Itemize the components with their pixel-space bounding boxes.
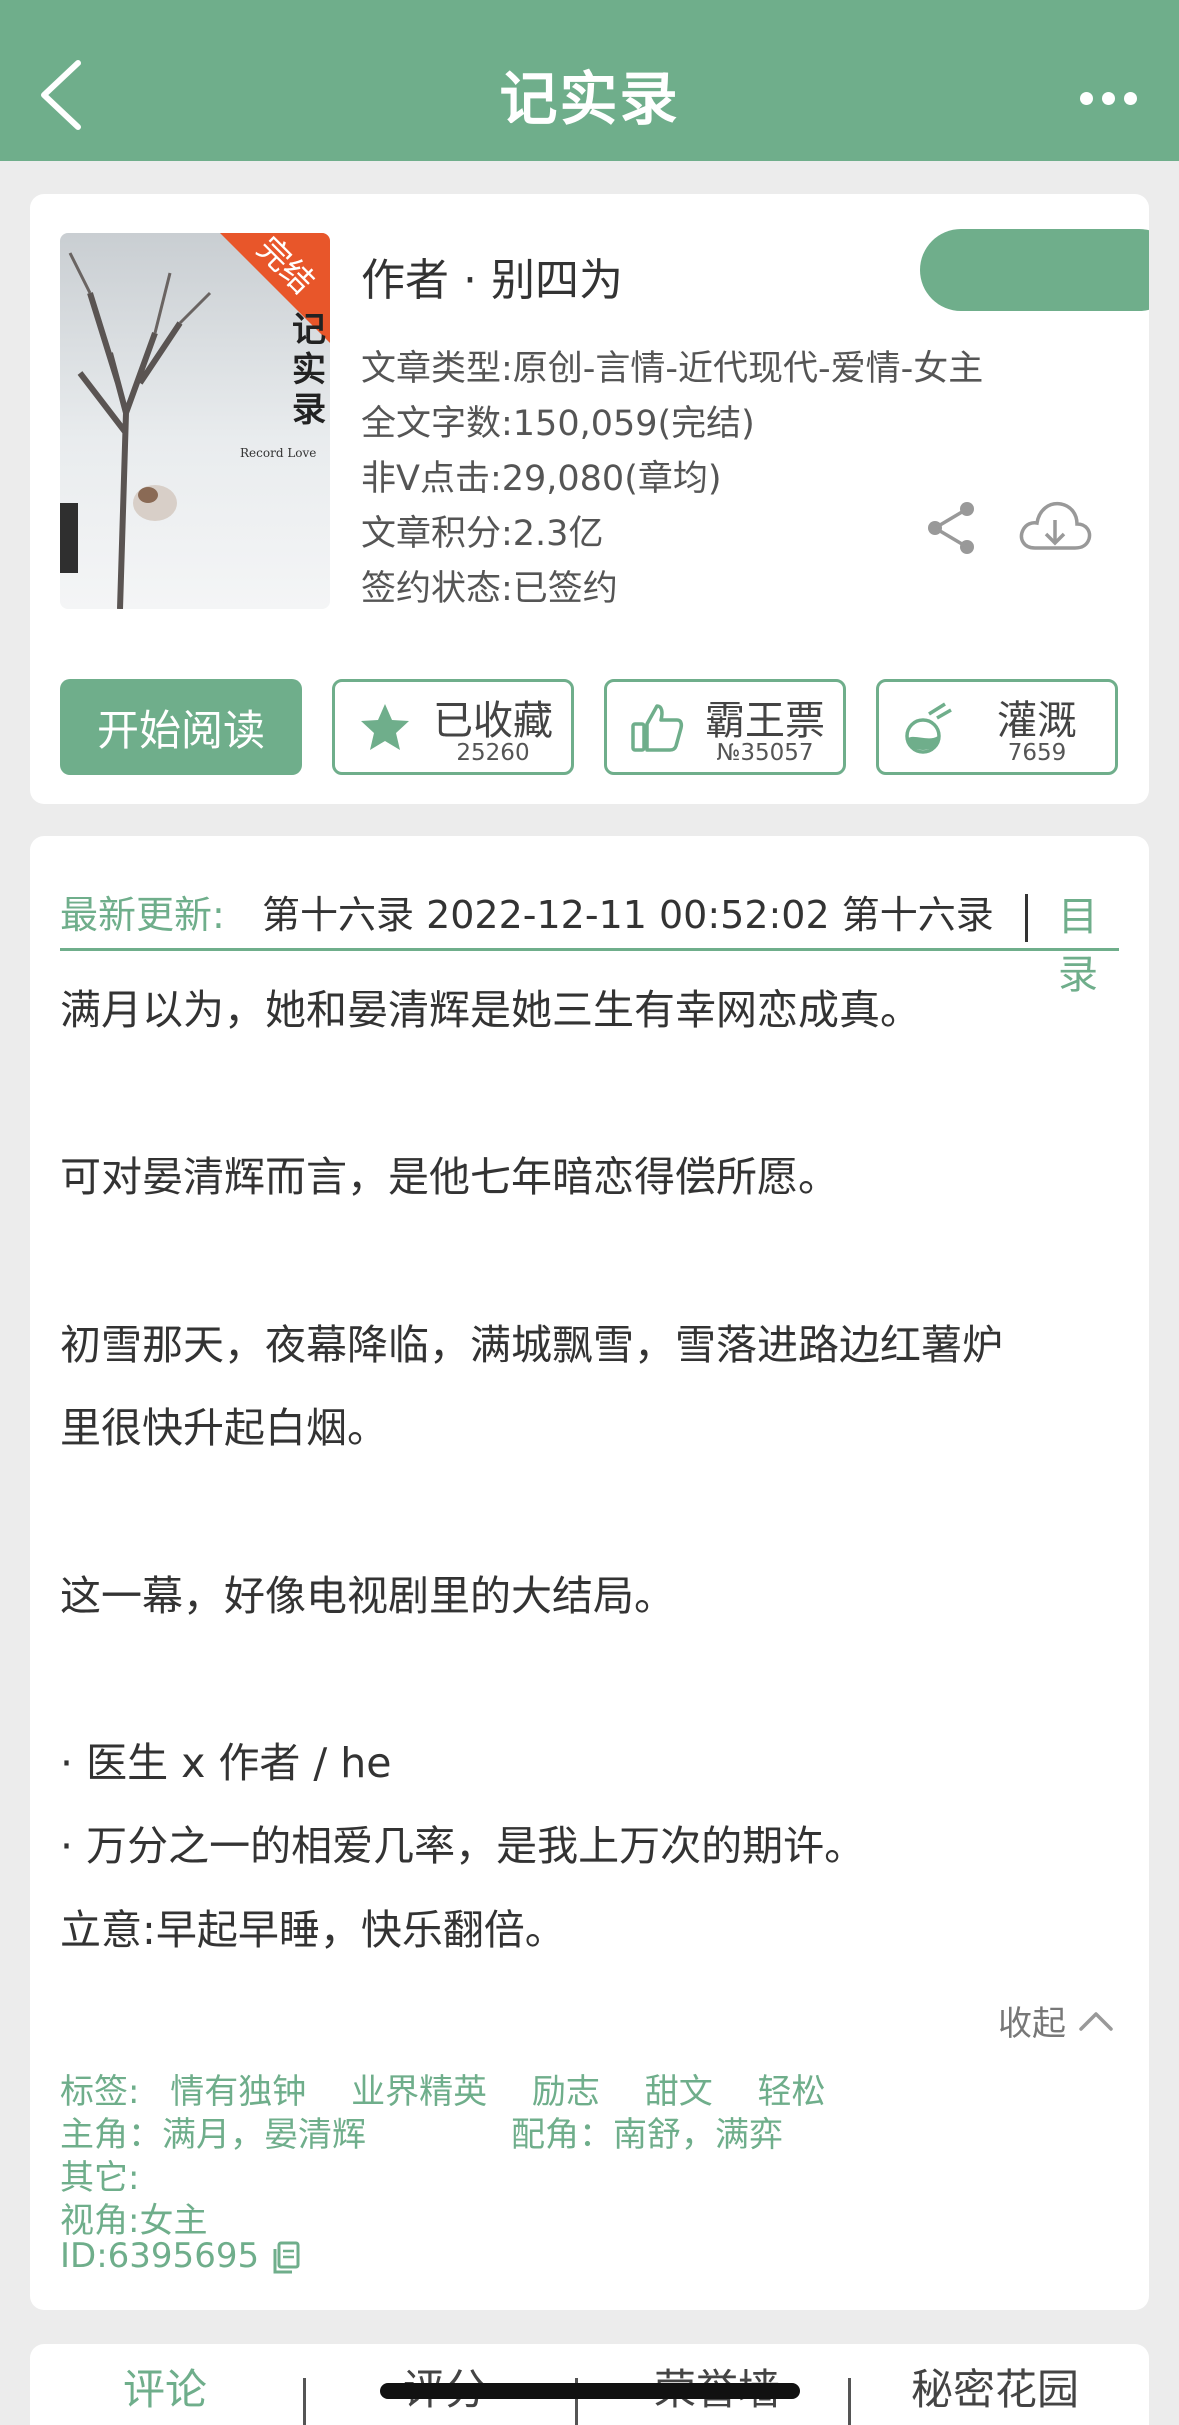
cover-title-char-2: 实 xyxy=(292,350,326,390)
tab-comments[interactable]: 评论 xyxy=(30,2356,300,2417)
page-title: 记实录 xyxy=(499,65,680,133)
more-dots-icon xyxy=(1079,91,1093,105)
vote-button[interactable]: 霸王票 №35057 xyxy=(604,679,846,775)
cover-title-char-1: 记 xyxy=(292,310,326,350)
latest-update-label: 最新更新: xyxy=(60,893,225,937)
synopsis-line: · 医生 x 作者 / he xyxy=(60,1739,392,1787)
cover-subtitle: Record Love xyxy=(240,446,316,460)
favorite-button[interactable]: 已收藏 25260 xyxy=(332,679,574,775)
word-count: 全文字数:150,059(完结) xyxy=(361,404,755,444)
divider xyxy=(303,2378,306,2425)
favorite-label: 已收藏 xyxy=(433,698,553,744)
other-info: 其它: xyxy=(60,2158,140,2198)
latest-update-row[interactable]: 最新更新: 第十六录 2022-12-11 00:52:02 第十六录 目录 xyxy=(60,866,1119,998)
tag-item[interactable]: 轻松 xyxy=(758,2072,826,2112)
water-button[interactable]: 灌溉 7659 xyxy=(876,679,1118,775)
book-info-card: 完结 记 实 录 Record Love 作者 · 别四为 文章类型:原创-言情… xyxy=(30,194,1149,804)
synopsis-line: · 万分之一的相爱几率，是我上万次的期许。 xyxy=(60,1822,866,1870)
synopsis-line: 满月以为，她和晏清辉是她三生有幸网恋成真。 xyxy=(60,986,921,1034)
water-count: 7659 xyxy=(1007,740,1067,766)
tags-label: 标签: xyxy=(60,2072,140,2112)
collapse-button[interactable]: 收起 xyxy=(998,1996,1114,2045)
latest-update-text[interactable]: 第十六录 2022-12-11 00:52:02 第十六录 xyxy=(262,884,997,939)
vote-label: 霸王票 xyxy=(705,698,825,744)
tab-secret-garden[interactable]: 秘密花园 xyxy=(860,2356,1130,2417)
divider xyxy=(848,2378,851,2425)
book-id-row: ID:6395695 xyxy=(60,2236,301,2276)
contract-status: 签约状态:已签约 xyxy=(361,569,618,609)
download-cloud-icon[interactable] xyxy=(1015,494,1095,558)
tag-item[interactable]: 业界精英 xyxy=(351,2072,487,2112)
top-bar: 记实录 xyxy=(0,0,1179,161)
perspective-info: 视角:女主 xyxy=(60,2201,208,2241)
synopsis-line: 可对晏清辉而言，是他七年暗恋得偿所愿。 xyxy=(60,1153,839,1201)
catalog-link[interactable]: 目录 xyxy=(1058,884,1119,1000)
home-indicator[interactable] xyxy=(380,2383,800,2399)
divider xyxy=(1025,894,1028,942)
start-reading-button[interactable]: 开始阅读 xyxy=(60,679,302,775)
vote-count: №35057 xyxy=(716,740,814,766)
author-name[interactable]: 作者 · 别四为 xyxy=(361,244,623,308)
copy-icon[interactable] xyxy=(271,2241,301,2275)
synopsis-line: 里很快升起白烟。 xyxy=(60,1404,388,1452)
share-icon[interactable] xyxy=(923,499,981,557)
tags-row: 标签: 情有独钟 业界精英 励志 甜文 轻松 xyxy=(60,2064,860,2113)
follow-author-pill[interactable] xyxy=(920,229,1149,311)
tag-item[interactable]: 甜文 xyxy=(645,2072,713,2112)
book-id: ID:6395695 xyxy=(60,2236,260,2276)
tag-item[interactable]: 励志 xyxy=(532,2072,600,2112)
synopsis-card: 最新更新: 第十六录 2022-12-11 00:52:02 第十六录 目录 满… xyxy=(30,836,1149,2310)
tag-item[interactable]: 情有独钟 xyxy=(170,2072,306,2112)
protagonist-info: 主角：满月，晏清辉 xyxy=(60,2115,366,2155)
collapse-label: 收起 xyxy=(998,2004,1066,2044)
synopsis-line: 初雪那天，夜幕降临，满城飘雪，雪落进路边红薯炉 xyxy=(60,1321,1003,1369)
book-cover[interactable]: 完结 记 实 录 Record Love xyxy=(60,233,330,609)
supporting-info: 配角：南舒，满弈 xyxy=(511,2115,783,2155)
synopsis-line: 立意:早起早睡，快乐翻倍。 xyxy=(60,1906,566,1954)
click-count: 非V点击:29,080(章均) xyxy=(361,459,722,499)
more-button[interactable] xyxy=(1073,78,1143,118)
favorite-count: 25260 xyxy=(456,740,530,766)
cover-title-char-3: 录 xyxy=(292,390,326,430)
water-label: 灌溉 xyxy=(997,698,1077,744)
divider xyxy=(60,948,1119,951)
chevron-up-icon xyxy=(1079,2011,1113,2031)
book-score: 文章积分:2.3亿 xyxy=(361,514,604,554)
book-type: 文章类型:原创-言情-近代现代-爱情-女主 xyxy=(361,349,984,389)
synopsis-line: 这一幕，好像电视剧里的大结局。 xyxy=(60,1572,675,1620)
